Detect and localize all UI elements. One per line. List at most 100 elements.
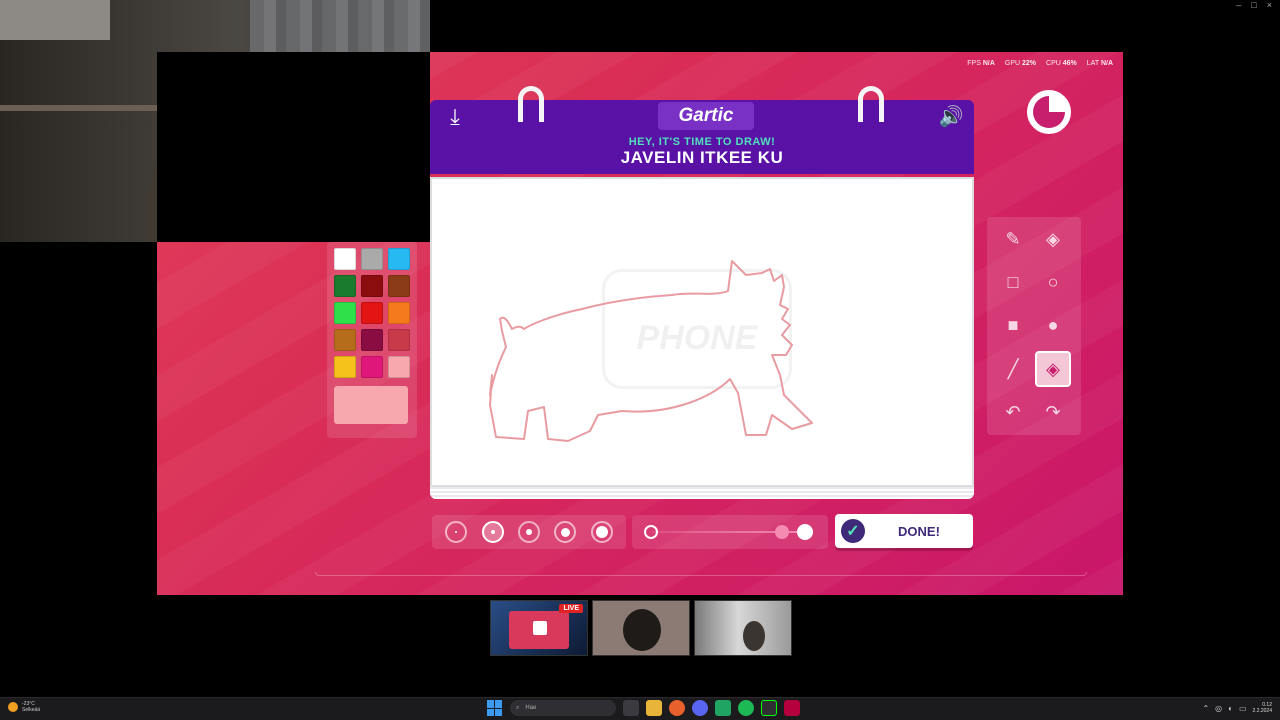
file-explorer-icon[interactable] (646, 700, 662, 716)
participant-avatar (623, 609, 661, 651)
prompt-word: JAVELIN ITKEE KU (620, 148, 784, 167)
color-swatch[interactable] (388, 248, 410, 270)
brush-size-option[interactable] (590, 521, 613, 543)
cpu-value: 46% (1062, 60, 1077, 67)
discord-icon[interactable] (692, 700, 708, 716)
brush-size-option[interactable] (481, 521, 504, 543)
done-label: DONE! (898, 523, 940, 539)
color-swatch[interactable] (361, 275, 383, 297)
weather-widget[interactable]: -23°C Selkeää (8, 701, 40, 713)
rectangle-tool[interactable]: □ (995, 264, 1031, 300)
pencil-tool[interactable]: ✎ (995, 221, 1031, 257)
volume-icon[interactable]: ◐ (1228, 704, 1233, 713)
color-swatch[interactable] (388, 329, 410, 351)
app-icon[interactable] (715, 700, 731, 716)
eraser-tool[interactable]: ◈ (1035, 221, 1071, 257)
ellipse-tool[interactable]: ○ (1035, 264, 1071, 300)
lat-value: N/A (1100, 60, 1113, 67)
color-swatch[interactable] (361, 329, 383, 351)
gpu-stat: GPU 22% (1005, 60, 1036, 67)
opacity-slider[interactable] (632, 515, 828, 549)
fps-value: N/A (982, 60, 995, 67)
battery-icon[interactable]: ▭ (1239, 704, 1247, 713)
participant-thumbnails: LIVE (490, 600, 792, 656)
webcam-occlusion (157, 52, 430, 242)
canvas-pad-edge (430, 487, 974, 499)
brush-size-option[interactable] (445, 521, 468, 543)
color-swatch[interactable] (361, 356, 383, 378)
brush-size-dot (455, 531, 458, 533)
clock-date: 2.2.2024 (1252, 708, 1272, 714)
thumbnail-screen-share[interactable]: LIVE (490, 600, 588, 656)
color-swatch[interactable] (334, 356, 356, 378)
download-icon[interactable]: ⤓ (438, 104, 472, 134)
minimize-button[interactable]: – (1236, 0, 1241, 12)
filled-ellipse-tool[interactable]: ● (1035, 308, 1071, 344)
color-swatch[interactable] (361, 248, 383, 270)
close-button[interactable]: × (1267, 0, 1272, 12)
color-swatch[interactable] (388, 275, 410, 297)
board-header: ⤓ Gartic 🔊 HEY, IT'S TIME TO DRAW! JAVEL… (430, 86, 974, 174)
performance-overlay: FPS N/A GPU 22% CPU 46% LAT N/A (967, 60, 1113, 67)
search-placeholder: Hae (525, 705, 537, 711)
taskbar-apps: ⌕ Hae (487, 700, 800, 716)
brush-size-option[interactable] (517, 521, 540, 543)
opacity-handle[interactable] (797, 524, 813, 540)
opacity-min-handle[interactable] (644, 525, 658, 539)
binder-ring-right (858, 86, 884, 122)
clock[interactable]: 0.12 2.2.2024 (1253, 702, 1272, 714)
speaker-icon[interactable]: 🔊 (934, 104, 968, 134)
filled-rectangle-tool[interactable]: ■ (995, 308, 1031, 344)
fill-bucket-tool[interactable]: ◈ (1035, 351, 1071, 388)
tool-panel: ✎ ◈ □ ○ ■ ● ╱ ◈ ↶ ↷ (987, 217, 1081, 435)
color-swatch[interactable] (361, 302, 383, 324)
chevron-up-icon[interactable]: ⌃ (1202, 704, 1209, 713)
check-icon: ✓ (841, 519, 865, 543)
screen: – □ × FPS N/A GPU 22% CPU 46% LAT N/A ⤓ … (0, 0, 1280, 720)
taskbar-search[interactable]: ⌕ Hae (510, 700, 616, 716)
color-swatch[interactable] (334, 248, 356, 270)
prompt-title: HEY, IT'S TIME TO DRAW! (628, 136, 776, 148)
color-swatch[interactable] (388, 302, 410, 324)
brush-size-option[interactable] (554, 521, 577, 543)
network-icon[interactable]: ◎ (1215, 704, 1222, 713)
lat-label: LAT (1086, 60, 1099, 67)
line-tool[interactable]: ╱ (995, 351, 1031, 387)
gartic-phone-game: FPS N/A GPU 22% CPU 46% LAT N/A ⤓ Gartic… (157, 52, 1123, 595)
spotify-icon[interactable] (738, 700, 754, 716)
fps-stat: FPS N/A (967, 60, 995, 67)
redo-tool[interactable]: ↷ (1035, 395, 1071, 431)
thumbnail-participant-3[interactable] (694, 600, 792, 656)
maximize-button[interactable]: □ (1251, 0, 1256, 12)
gartic-logo: Gartic (658, 102, 754, 130)
gpu-value: 22% (1022, 60, 1037, 67)
timer-progress (1033, 96, 1065, 128)
controls-frame (315, 572, 1087, 576)
nvidia-icon[interactable] (761, 700, 777, 716)
timer-icon (1027, 90, 1071, 134)
undo-tool[interactable]: ↶ (995, 395, 1031, 431)
participant-avatar (743, 621, 765, 651)
weather-icon (8, 702, 18, 712)
system-tray: ⌃ ◎ ◐ ▭ 0.12 2.2.2024 (1202, 702, 1272, 714)
brush-size-dot (595, 526, 608, 538)
lat-stat: LAT N/A (1087, 60, 1113, 67)
color-swatch[interactable] (334, 302, 356, 324)
webcam-shelf (0, 105, 160, 111)
drawing-stroke (489, 260, 813, 442)
color-swatch[interactable] (388, 356, 410, 378)
windows-start-icon[interactable] (487, 700, 503, 716)
streaming-app-icon[interactable] (784, 700, 800, 716)
weather-text: -23°C Selkeää (22, 701, 40, 713)
cpu-label: CPU (1046, 60, 1061, 67)
drawing-canvas[interactable]: PHONE (430, 177, 974, 487)
current-color-preview[interactable] (334, 386, 408, 424)
done-button[interactable]: ✓ DONE! (835, 514, 973, 548)
firefox-icon[interactable] (669, 700, 685, 716)
thumbnail-participant-2[interactable] (592, 600, 690, 656)
search-icon: ⌕ (516, 704, 520, 711)
brush-size-dot (525, 529, 532, 535)
color-swatch[interactable] (334, 329, 356, 351)
color-swatch[interactable] (334, 275, 356, 297)
task-view-icon[interactable] (623, 700, 639, 716)
